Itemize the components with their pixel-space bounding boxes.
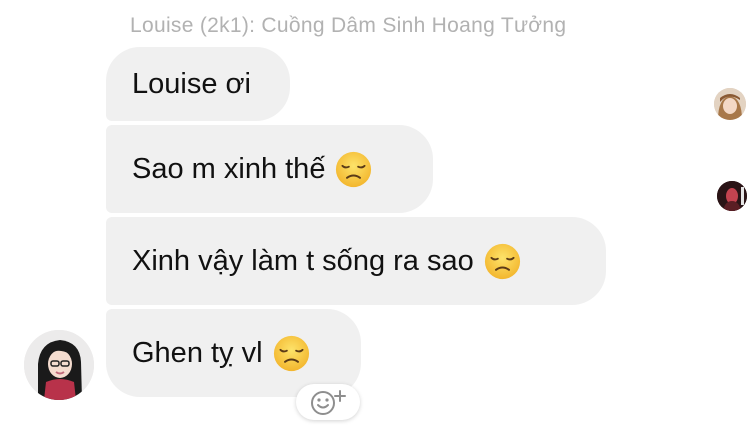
- sender-avatar[interactable]: [24, 330, 94, 400]
- disappointed-face-icon: [273, 335, 309, 371]
- message-bubble[interactable]: Sao m xinh thế: [106, 125, 433, 213]
- seen-receipt-avatar: [714, 88, 746, 120]
- message-text: Sao m xinh thế: [132, 153, 326, 185]
- message-bubble[interactable]: Louise ơi: [106, 47, 290, 121]
- message-text: Louise ơi: [132, 68, 251, 100]
- add-reaction-button[interactable]: [296, 384, 360, 420]
- sender-name: Louise (2k1): Cuồng Dâm Sinh Hoang Tưởng: [130, 14, 567, 37]
- avatar-photo: [714, 88, 746, 120]
- message-bubble[interactable]: Xinh vậy làm t sống ra sao: [106, 217, 606, 305]
- disappointed-face-icon: [484, 243, 520, 279]
- seen-receipt-avatar: [717, 181, 747, 211]
- message-text: Ghen tỵ vl: [132, 337, 263, 369]
- avatar-photo: [24, 330, 94, 400]
- add-reaction-icon: [311, 390, 346, 415]
- message-text: Xinh vậy làm t sống ra sao: [132, 245, 474, 277]
- avatar-photo: [717, 181, 747, 211]
- disappointed-face-icon: [336, 151, 372, 187]
